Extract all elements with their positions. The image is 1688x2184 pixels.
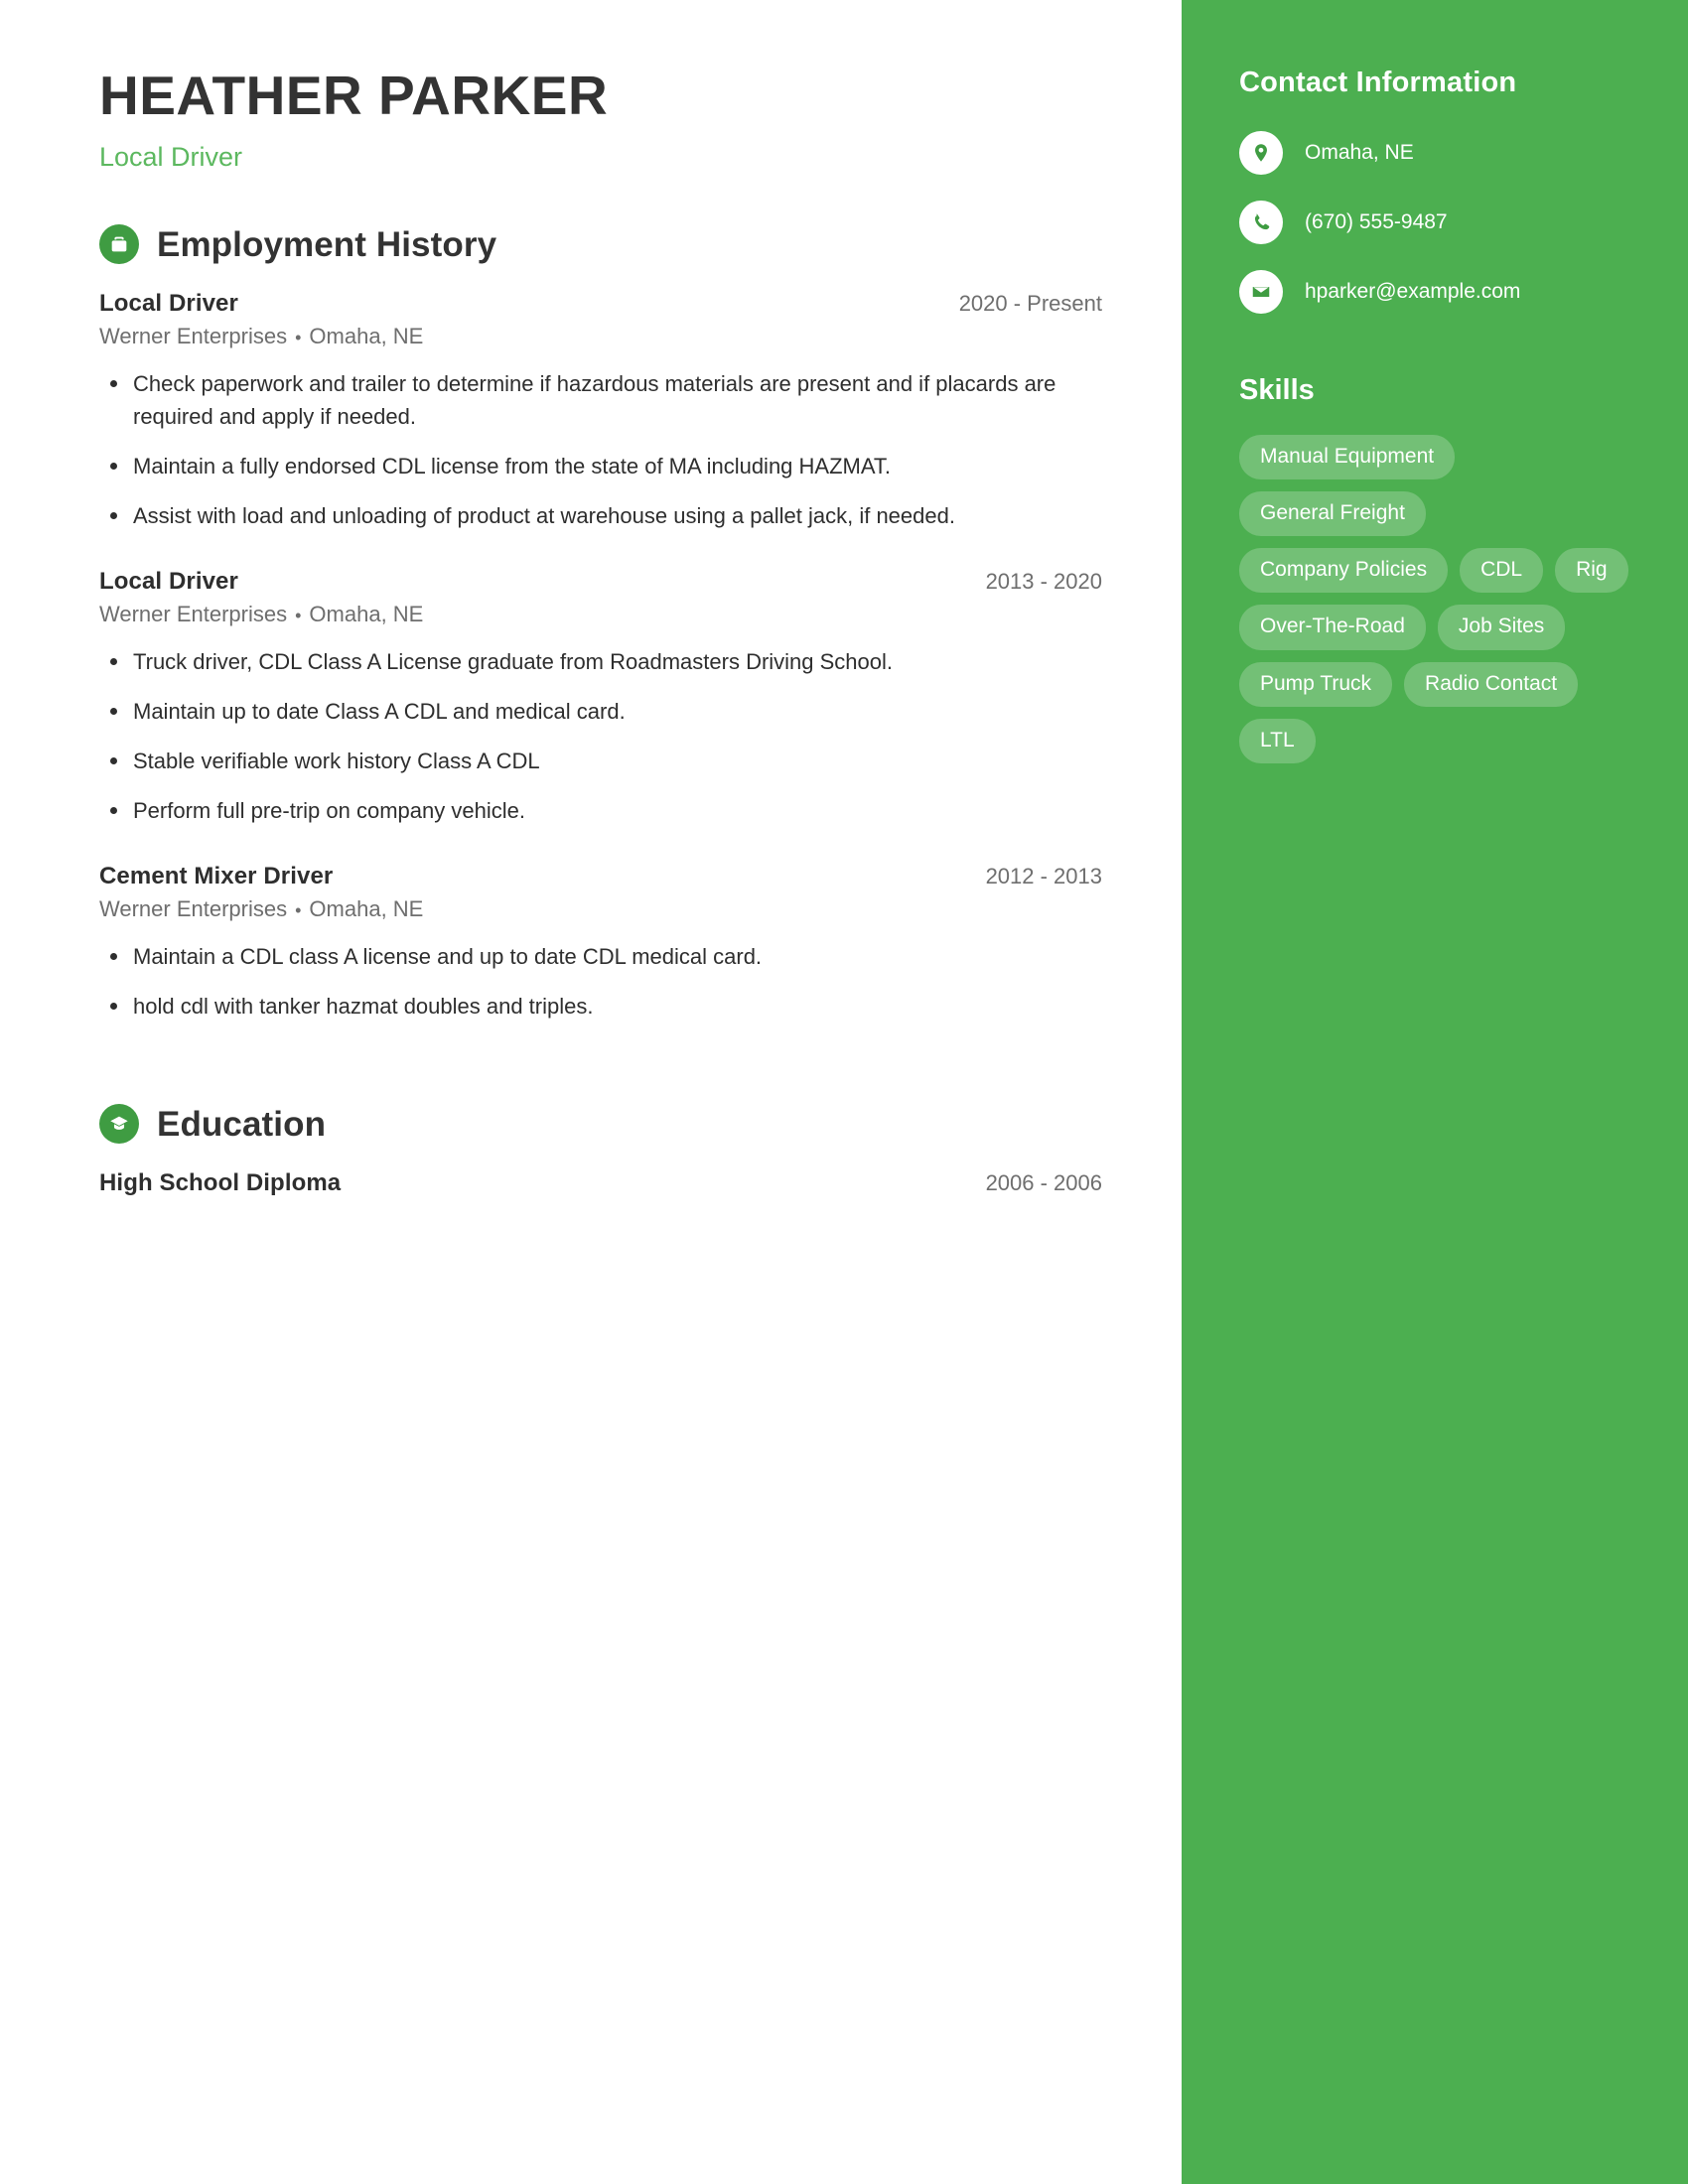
contact-email-value: hparker@example.com — [1305, 280, 1521, 304]
contact-phone-value: (670) 555-9487 — [1305, 210, 1448, 234]
sidebar: Contact Information Omaha, NE (670) 555-… — [1182, 0, 1688, 2184]
envelope-icon — [1239, 269, 1283, 314]
entry-dates: 2012 - 2013 — [985, 864, 1102, 889]
skill-pill: Rig — [1555, 548, 1628, 594]
entry-separator-dot: • — [295, 899, 302, 920]
entry-bullet: hold cdl with tanker hazmat doubles and … — [99, 990, 1102, 1023]
education-section: Education High School Diploma 2006 - 200… — [99, 1104, 1102, 1197]
skills-heading: Skills — [1239, 373, 1315, 406]
education-title: Education — [157, 1104, 327, 1144]
entry-company-location: Werner Enterprises • Omaha, NE — [99, 602, 1102, 627]
entry-header-row: Local Driver 2013 - 2020 — [99, 568, 1102, 596]
entry-location: Omaha, NE — [309, 324, 424, 349]
employment-entry: Cement Mixer Driver 2012 - 2013 Werner E… — [99, 863, 1102, 1023]
employment-history-title: Employment History — [157, 224, 497, 264]
employment-entry: Local Driver 2013 - 2020 Werner Enterpri… — [99, 568, 1102, 827]
skill-pill: LTL — [1239, 718, 1316, 763]
contact-row-phone: (670) 555-9487 — [1239, 200, 1642, 244]
entry-header-row: Cement Mixer Driver 2012 - 2013 — [99, 863, 1102, 890]
candidate-job-title: Local Driver — [99, 141, 243, 172]
entry-separator-dot: • — [295, 605, 302, 625]
resume-page: HEATHER PARKER Local Driver Employment H… — [0, 0, 1688, 2184]
entry-dates: 2020 - Present — [958, 291, 1102, 317]
entry-company: Werner Enterprises — [99, 324, 288, 349]
skill-pill: CDL — [1460, 548, 1544, 594]
entry-bullet: Perform full pre-trip on company vehicle… — [99, 794, 1102, 827]
entry-company-location: Werner Enterprises • Omaha, NE — [99, 896, 1102, 922]
education-degree: High School Diploma — [99, 1169, 342, 1197]
entry-bullet-list: Check paperwork and trailer to determine… — [99, 367, 1102, 532]
entry-role: Cement Mixer Driver — [99, 863, 334, 890]
employment-history-header: Employment History — [99, 224, 1102, 265]
entry-role: Local Driver — [99, 568, 238, 596]
skill-pill: Job Sites — [1437, 605, 1566, 650]
entry-company: Werner Enterprises — [99, 896, 288, 922]
entry-dates: 2013 - 2020 — [985, 569, 1102, 595]
skill-pill: General Freight — [1239, 490, 1426, 537]
entry-header-row: Local Driver 2020 - Present — [99, 290, 1102, 318]
main-content-column: HEATHER PARKER Local Driver Employment H… — [0, 0, 1182, 2184]
candidate-name: HEATHER PARKER — [99, 65, 609, 126]
entry-company: Werner Enterprises — [99, 602, 288, 627]
skill-pill: Radio Contact — [1404, 661, 1579, 707]
skill-pill: Manual Equipment — [1239, 434, 1456, 479]
entry-bullet-list: Truck driver, CDL Class A License gradua… — [99, 645, 1102, 827]
entry-bullet: Maintain up to date Class A CDL and medi… — [99, 695, 1102, 728]
graduation-cap-icon — [99, 1104, 139, 1145]
entry-bullet: Assist with load and unloading of produc… — [99, 499, 1102, 532]
contact-information-heading: Contact Information — [1239, 67, 1517, 98]
skill-pill: Over-The-Road — [1239, 605, 1426, 650]
entry-bullet: Maintain a CDL class A license and up to… — [99, 940, 1102, 973]
contact-row-email: hparker@example.com — [1239, 269, 1642, 314]
employment-entry: Local Driver 2020 - Present Werner Enter… — [99, 290, 1102, 532]
entry-header-row: High School Diploma 2006 - 2006 — [99, 1169, 1102, 1197]
phone-icon — [1239, 200, 1283, 244]
entry-location: Omaha, NE — [309, 602, 424, 627]
entry-role: Local Driver — [99, 290, 238, 318]
briefcase-icon — [99, 224, 139, 265]
entry-bullet-list: Maintain a CDL class A license and up to… — [99, 940, 1102, 1023]
skill-pill: Pump Truck — [1239, 661, 1393, 707]
education-header: Education — [99, 1104, 1102, 1145]
entry-bullet: Maintain a fully endorsed CDL license fr… — [99, 450, 1102, 482]
entry-bullet: Check paperwork and trailer to determine… — [99, 367, 1102, 433]
entry-bullet: Stable verifiable work history Class A C… — [99, 745, 1102, 777]
education-entry: High School Diploma 2006 - 2006 — [99, 1169, 1102, 1197]
skill-pill: Company Policies — [1239, 548, 1449, 594]
entry-bullet: Truck driver, CDL Class A License gradua… — [99, 645, 1102, 678]
contact-location-value: Omaha, NE — [1305, 141, 1414, 165]
contact-list: Omaha, NE (670) 555-9487 hparker@example… — [1239, 130, 1642, 314]
employment-entries-list: Local Driver 2020 - Present Werner Enter… — [99, 290, 1102, 1023]
entry-location: Omaha, NE — [309, 896, 424, 922]
skills-list: Manual Equipment General Freight Company… — [1239, 434, 1642, 763]
entry-separator-dot: • — [295, 327, 302, 347]
education-dates: 2006 - 2006 — [985, 1170, 1102, 1196]
location-pin-icon — [1239, 130, 1283, 175]
entry-company-location: Werner Enterprises • Omaha, NE — [99, 324, 1102, 349]
contact-row-location: Omaha, NE — [1239, 130, 1642, 175]
